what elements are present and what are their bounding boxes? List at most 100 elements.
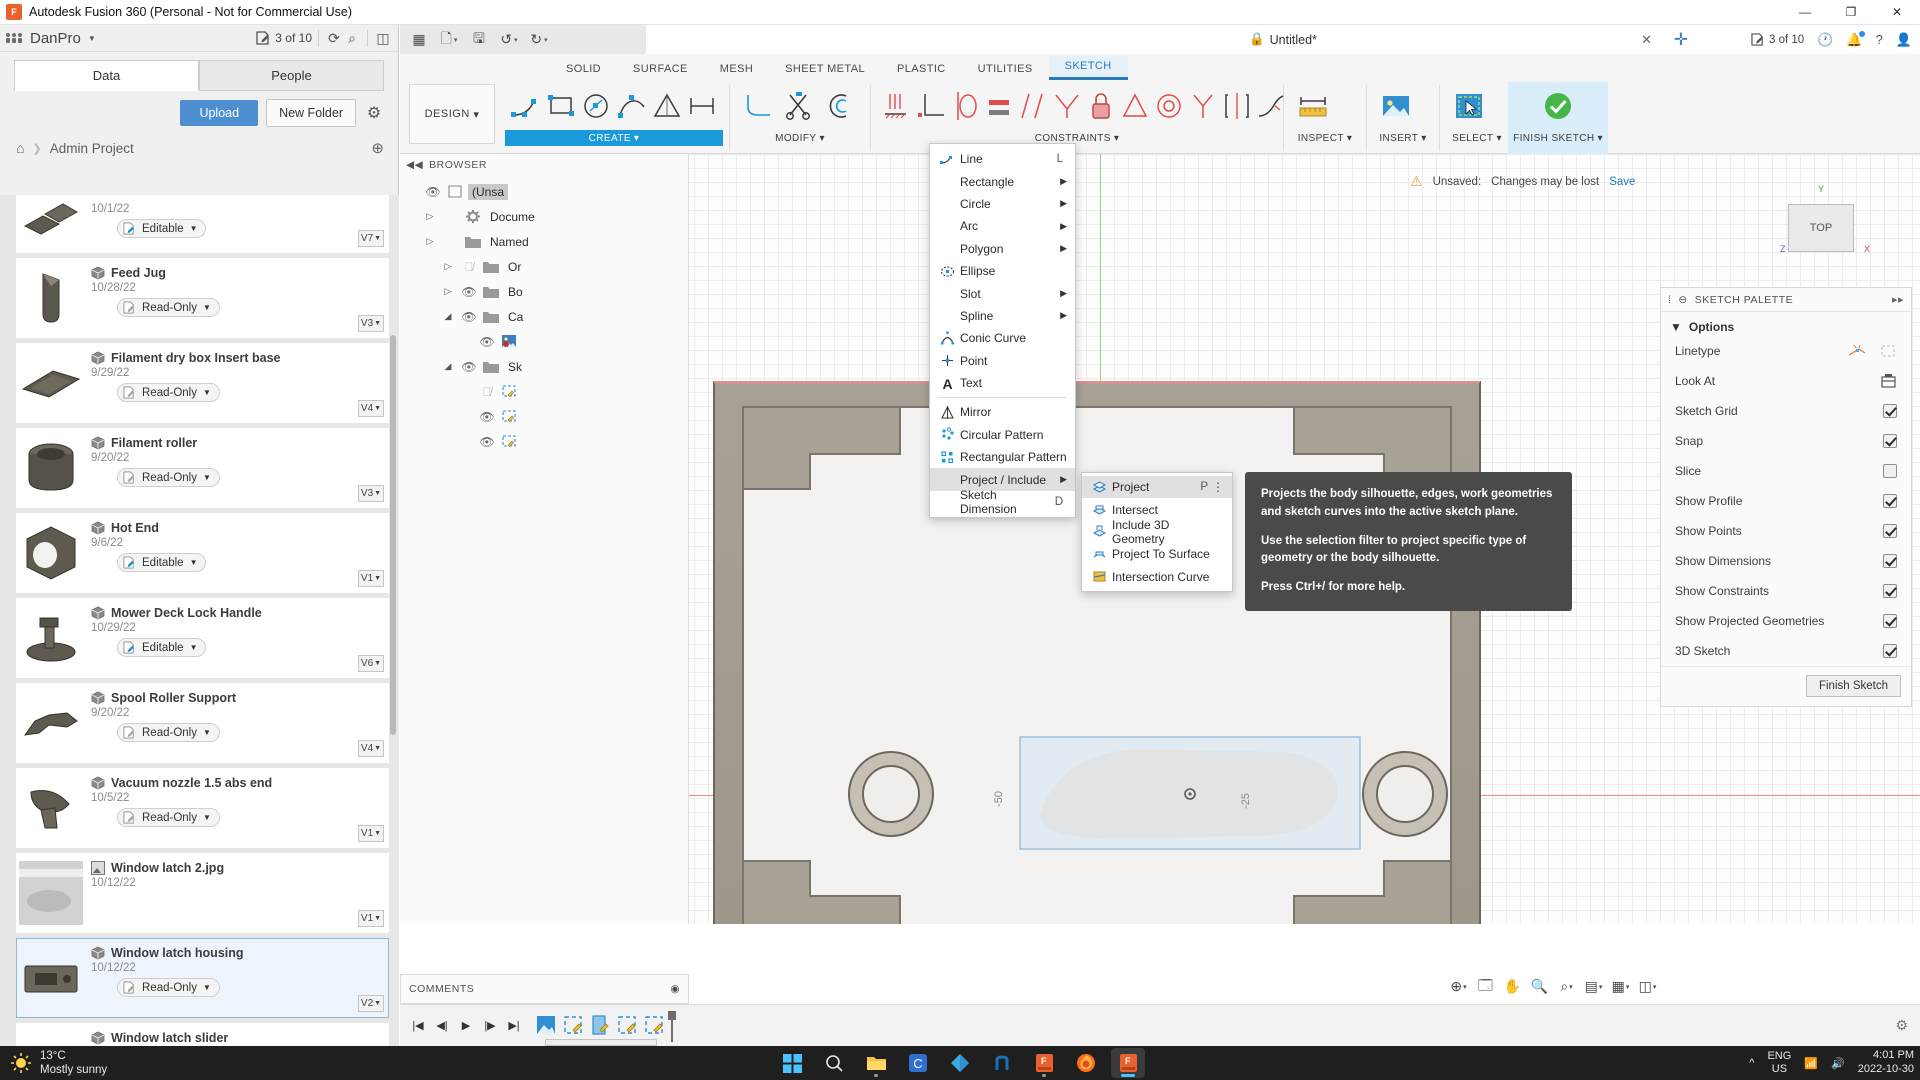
file-permission-dropdown[interactable]: Read-Only▼	[117, 978, 220, 997]
file-permission-dropdown[interactable]: Editable▼	[117, 219, 206, 238]
app-grid-icon[interactable]: ▦	[404, 25, 434, 54]
save-icon[interactable]: 🖫	[464, 25, 494, 54]
clock[interactable]: 4:01 PM 2022-10-30	[1858, 1049, 1914, 1077]
create-menu-item-rectangle[interactable]: Rectangle▶	[930, 170, 1075, 192]
timeline-play-icon[interactable]: ▶	[454, 1014, 478, 1038]
finish-sketch-tool[interactable]	[1538, 83, 1578, 129]
browser-node[interactable]: ▷Named	[400, 229, 688, 254]
linetype-construction-icon[interactable]	[1847, 343, 1867, 359]
maximize-button[interactable]: ❐	[1828, 0, 1874, 25]
submenu-item-include-3d-geometry[interactable]: Include 3D Geometry	[1082, 521, 1232, 543]
file-list-item[interactable]: Feed Jug10/28/22Read-Only▼V3▼	[16, 258, 389, 338]
visibility-eye-icon[interactable]: 👁	[460, 310, 478, 324]
avatar[interactable]: 👤	[1896, 32, 1912, 48]
file-list-item[interactable]: Window latch slider10/12/22Read-Only▼V1▼	[16, 1023, 389, 1046]
project-include-submenu[interactable]: ProjectP⋮IntersectInclude 3D GeometryPro…	[1081, 472, 1233, 592]
browser-node[interactable]: 👁(Unsa	[400, 179, 688, 204]
palette-row[interactable]: Snap	[1661, 426, 1911, 456]
hub-name[interactable]: DanPro	[30, 30, 81, 47]
search-icon[interactable]	[817, 1048, 851, 1078]
file-permission-dropdown[interactable]: Read-Only▼	[117, 723, 220, 742]
browser-node[interactable]: 👁	[400, 404, 688, 429]
submenu-item-intersection-curve[interactable]: Intersection Curve	[1082, 566, 1232, 588]
create-menu-item-slot[interactable]: Slot▶	[930, 282, 1075, 304]
palette-row[interactable]: Show Projected Geometries	[1661, 606, 1911, 636]
file-version-badge[interactable]: V6▼	[358, 655, 384, 672]
display-settings-icon[interactable]: ▤▾	[1581, 974, 1606, 999]
browser-node[interactable]: 👁̸	[400, 379, 688, 404]
refresh-icon[interactable]: ⟳	[325, 29, 343, 47]
file-list-item[interactable]: Spool Roller Support9/20/22Read-Only▼V4▼	[16, 683, 389, 763]
browser-tree[interactable]: 👁(Unsa▷Docume▷Named ▷👁̸Or▷👁Bo◢👁Ca👁◢👁Sk👁̸…	[400, 176, 688, 454]
file-permission-dropdown[interactable]: Editable▼	[117, 553, 206, 572]
browser-node[interactable]: ▷👁Bo	[400, 279, 688, 304]
gear-icon[interactable]: ⚙	[364, 103, 384, 123]
create-menu-item-polygon[interactable]: Polygon▶	[930, 238, 1075, 260]
wifi-icon[interactable]: 📶	[1804, 1057, 1818, 1070]
weather-widget[interactable]: 13°C Mostly sunny	[10, 1049, 107, 1078]
timeline-scrollbar[interactable]	[545, 1039, 657, 1046]
palette-row[interactable]: Look At	[1661, 366, 1911, 396]
file-version-badge[interactable]: V1▼	[358, 825, 384, 842]
ribbon-tab-surface[interactable]: SURFACE	[617, 59, 704, 80]
browser-node[interactable]: ▷👁̸Or	[400, 254, 688, 279]
expand-arrow-icon[interactable]: ◢	[440, 361, 456, 372]
panel-label-finish-sketch[interactable]: FINISH SKETCH▾	[1508, 130, 1608, 146]
create-menu-item-rectangular-pattern[interactable]: Rectangular Pattern	[930, 446, 1075, 468]
palette-row[interactable]: Sketch Grid	[1661, 396, 1911, 426]
visibility-eye-icon[interactable]: 👁	[478, 335, 496, 349]
create-menu-item-arc[interactable]: Arc▶	[930, 215, 1075, 237]
create-menu-item-text[interactable]: AText	[930, 372, 1075, 394]
timeline-playhead[interactable]	[668, 1011, 676, 1041]
ribbon-tab-plastic[interactable]: PLASTIC	[881, 59, 962, 80]
file-permission-dropdown[interactable]: Read-Only▼	[117, 298, 220, 317]
coincident-constraint[interactable]	[880, 83, 914, 129]
file-version-badge[interactable]: V1▼	[358, 570, 384, 587]
new-folder-button[interactable]: New Folder	[266, 99, 356, 127]
create-menu-item-circular-pattern[interactable]: Circular Pattern	[930, 424, 1075, 446]
timeline-feature-canvas[interactable]	[534, 1013, 559, 1039]
visibility-eye-icon[interactable]: 👁̸	[478, 385, 496, 399]
checkbox-snap[interactable]	[1883, 434, 1897, 448]
job-counter[interactable]: 3 of 10	[256, 31, 312, 45]
create-menu-item-sketch-dimension[interactable]: Sketch DimensionD	[930, 491, 1075, 513]
globe-icon[interactable]: ⊕	[371, 139, 384, 157]
create-menu-item-point[interactable]: Point	[930, 350, 1075, 372]
dock-palette-icon[interactable]: ▸▸	[1892, 293, 1904, 306]
palette-row[interactable]: 3D Sketch	[1661, 636, 1911, 666]
visibility-eye-icon[interactable]: 👁	[424, 185, 442, 199]
onshape-icon[interactable]	[985, 1048, 1019, 1078]
horizontal-vertical-constraint[interactable]	[1220, 83, 1254, 129]
checkbox-show-profile[interactable]	[1883, 494, 1897, 508]
timeline-features[interactable]	[534, 1013, 667, 1039]
midpoint-constraint[interactable]	[1050, 83, 1084, 129]
create-menu-item-spline[interactable]: Spline▶	[930, 305, 1075, 327]
file-list-scrollbar[interactable]	[390, 335, 396, 735]
recent-icon[interactable]: 🕐	[1817, 32, 1833, 48]
job-status-counter[interactable]: 3 of 10	[1751, 33, 1804, 46]
circle-tool[interactable]	[579, 83, 614, 129]
expand-arrow-icon[interactable]: ◢	[440, 311, 456, 322]
zoom-window-icon[interactable]: ⌕▾	[1554, 974, 1579, 999]
ribbon-tab-solid[interactable]: SOLID	[550, 59, 617, 80]
file-list-item[interactable]: Filament roller9/20/22Read-Only▼V3▼	[16, 428, 389, 508]
panel-label-inspect[interactable]: INSPECT▾	[1290, 130, 1360, 146]
file-explorer-icon[interactable]	[859, 1048, 893, 1078]
palette-row[interactable]: Show Points	[1661, 516, 1911, 546]
collapse-browser-icon[interactable]: ◀◀	[406, 159, 423, 171]
sketch-palette-section[interactable]: ▼ Options	[1661, 312, 1911, 336]
insert-canvas-tool[interactable]	[1376, 83, 1416, 129]
timeline-feature-sketch-4[interactable]	[642, 1013, 667, 1039]
home-icon[interactable]: ⌂	[16, 140, 24, 156]
upload-button[interactable]: Upload	[180, 100, 258, 126]
browser-node[interactable]: ◢👁Ca	[400, 304, 688, 329]
browser-node[interactable]: ▷Docume	[400, 204, 688, 229]
perpendicular-constraint[interactable]	[914, 83, 948, 129]
checkbox-3d-sketch[interactable]	[1883, 644, 1897, 658]
file-list[interactable]: 10/1/22Editable▼V7▼Feed Jug10/28/22Read-…	[0, 195, 399, 1046]
palette-row[interactable]: Show Constraints	[1661, 576, 1911, 606]
file-version-badge[interactable]: V4▼	[358, 740, 384, 757]
create-dropdown-menu[interactable]: LineLRectangle▶Circle▶Arc▶Polygon▶Ellips…	[929, 143, 1076, 518]
timeline-feature-sketch-3[interactable]	[615, 1013, 640, 1039]
volume-icon[interactable]: 🔊	[1831, 1057, 1845, 1070]
